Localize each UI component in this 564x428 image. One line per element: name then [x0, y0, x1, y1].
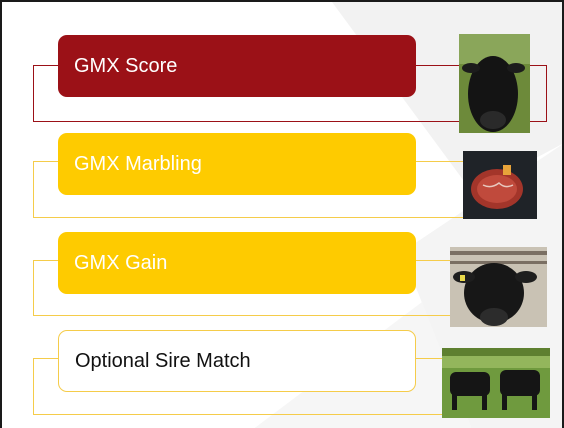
slide: GMX Score GMX Marbling GMX Gain Optional… [0, 0, 564, 428]
item-optional-sire-match: Optional Sire Match [2, 2, 562, 428]
item-label: Optional Sire Match [75, 349, 251, 372]
cattle-pasture-photo [442, 348, 550, 418]
item-label-pill[interactable]: Optional Sire Match [58, 330, 416, 392]
